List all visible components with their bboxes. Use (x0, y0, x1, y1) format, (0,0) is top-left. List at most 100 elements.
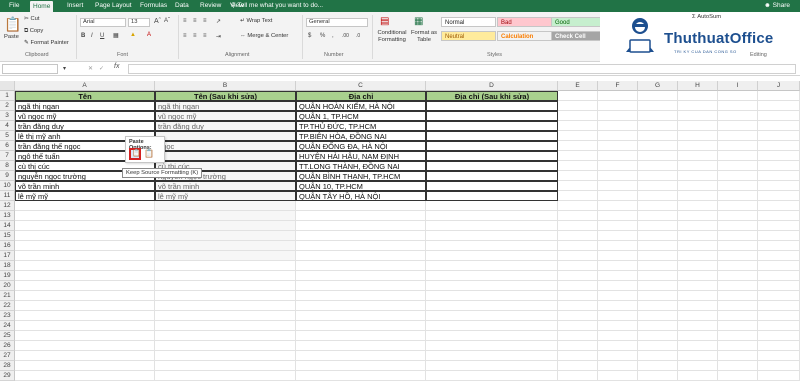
data-cell-c[interactable]: QUẬN HOÀN KIẾM, HÀ NỘI (296, 101, 426, 111)
empty-cell[interactable] (758, 131, 800, 141)
data-cell-c[interactable]: TP.BIÊN HÒA, ĐỒNG NAI (296, 131, 426, 141)
empty-cell[interactable] (296, 251, 426, 261)
empty-cell[interactable] (598, 371, 638, 381)
empty-cell[interactable] (758, 341, 800, 351)
empty-cell[interactable] (558, 151, 598, 161)
empty-cell[interactable] (758, 251, 800, 261)
empty-cell[interactable] (718, 111, 758, 121)
row-header[interactable]: 4 (0, 121, 15, 131)
empty-cell[interactable] (718, 321, 758, 331)
paste-button[interactable]: Paste (4, 34, 19, 40)
conditional-formatting-button[interactable]: Conditional Formatting (375, 30, 409, 44)
row-header[interactable]: 3 (0, 111, 15, 121)
empty-cell[interactable] (598, 191, 638, 201)
row-header[interactable]: 8 (0, 161, 15, 171)
empty-cell[interactable] (638, 301, 678, 311)
empty-cell[interactable] (155, 261, 296, 271)
empty-cell[interactable] (598, 291, 638, 301)
empty-cell[interactable] (296, 341, 426, 351)
empty-cell[interactable] (598, 181, 638, 191)
column-header-b[interactable]: B (155, 81, 296, 91)
data-cell-b[interactable]: ngọc (155, 141, 296, 151)
style-bad[interactable]: Bad (497, 17, 552, 27)
empty-cell[interactable] (558, 261, 598, 271)
empty-cell[interactable] (718, 351, 758, 361)
empty-cell[interactable] (758, 91, 800, 101)
empty-cell[interactable] (558, 161, 598, 171)
empty-cell[interactable] (678, 311, 718, 321)
empty-cell[interactable] (678, 211, 718, 221)
empty-cell[interactable] (638, 111, 678, 121)
row-header[interactable]: 1 (0, 91, 15, 101)
empty-cell[interactable] (426, 371, 558, 381)
style-good[interactable]: Good (551, 17, 606, 27)
cut-button[interactable]: ✂ Cut (24, 16, 40, 22)
empty-cell[interactable] (758, 171, 800, 181)
name-box[interactable] (2, 64, 58, 74)
row-header[interactable]: 19 (0, 271, 15, 281)
empty-cell[interactable] (678, 371, 718, 381)
row-header[interactable]: 27 (0, 351, 15, 361)
data-cell-c[interactable]: QUẬN BÌNH THẠNH, TP.HCM (296, 171, 426, 181)
empty-cell[interactable] (426, 351, 558, 361)
tab-review[interactable]: Review (197, 0, 224, 12)
empty-cell[interactable] (558, 291, 598, 301)
column-header-a[interactable]: A (15, 81, 155, 91)
empty-cell[interactable] (296, 321, 426, 331)
empty-cell[interactable] (598, 351, 638, 361)
empty-cell[interactable] (598, 271, 638, 281)
underline-button[interactable]: U (100, 33, 104, 39)
empty-cell[interactable] (638, 331, 678, 341)
empty-cell[interactable] (638, 231, 678, 241)
empty-cell[interactable] (718, 181, 758, 191)
empty-cell[interactable] (678, 291, 718, 301)
empty-cell[interactable] (598, 101, 638, 111)
empty-cell[interactable] (678, 141, 718, 151)
cancel-formula-icon[interactable]: ✕ (88, 65, 93, 72)
empty-cell[interactable] (598, 281, 638, 291)
empty-cell[interactable] (558, 221, 598, 231)
header-cell-a[interactable]: Tên (15, 91, 155, 101)
empty-cell[interactable] (678, 251, 718, 261)
empty-cell[interactable] (758, 121, 800, 131)
row-header[interactable]: 24 (0, 321, 15, 331)
empty-cell[interactable] (558, 201, 598, 211)
empty-cell[interactable] (296, 291, 426, 301)
empty-cell[interactable] (155, 201, 296, 211)
data-cell-c[interactable]: QUẬN ĐỐNG ĐA, HÀ NỘI (296, 141, 426, 151)
align-right-icon[interactable]: ≡ (203, 33, 207, 39)
empty-cell[interactable] (426, 291, 558, 301)
currency-icon[interactable]: $ (308, 33, 311, 39)
empty-cell[interactable] (558, 101, 598, 111)
empty-cell[interactable] (758, 141, 800, 151)
row-header[interactable]: 20 (0, 281, 15, 291)
empty-cell[interactable] (638, 121, 678, 131)
format-as-table-button[interactable]: Format as Table (410, 30, 438, 44)
empty-cell[interactable] (758, 161, 800, 171)
tab-page-layout[interactable]: Page Layout (92, 0, 135, 12)
empty-cell[interactable] (678, 131, 718, 141)
empty-cell[interactable] (426, 221, 558, 231)
formula-input[interactable] (128, 64, 796, 74)
empty-cell[interactable] (758, 111, 800, 121)
empty-cell[interactable] (718, 291, 758, 301)
empty-cell[interactable] (678, 281, 718, 291)
number-format-select[interactable]: General (306, 18, 368, 27)
empty-cell[interactable] (15, 231, 155, 241)
header-cell-d[interactable]: Địa chỉ (Sau khi sửa) (426, 91, 558, 101)
empty-cell[interactable] (678, 111, 718, 121)
empty-cell[interactable] (15, 281, 155, 291)
empty-cell[interactable] (638, 341, 678, 351)
empty-cell[interactable] (678, 321, 718, 331)
italic-button[interactable]: I (91, 33, 93, 39)
row-header[interactable]: 23 (0, 311, 15, 321)
empty-cell[interactable] (15, 311, 155, 321)
conditional-formatting-icon[interactable]: ▤ (380, 16, 389, 27)
bold-button[interactable]: B (81, 33, 85, 39)
empty-cell[interactable] (296, 211, 426, 221)
empty-cell[interactable] (598, 311, 638, 321)
empty-cell[interactable] (678, 221, 718, 231)
empty-cell[interactable] (155, 341, 296, 351)
column-header-g[interactable]: G (638, 81, 678, 91)
empty-cell[interactable] (598, 341, 638, 351)
